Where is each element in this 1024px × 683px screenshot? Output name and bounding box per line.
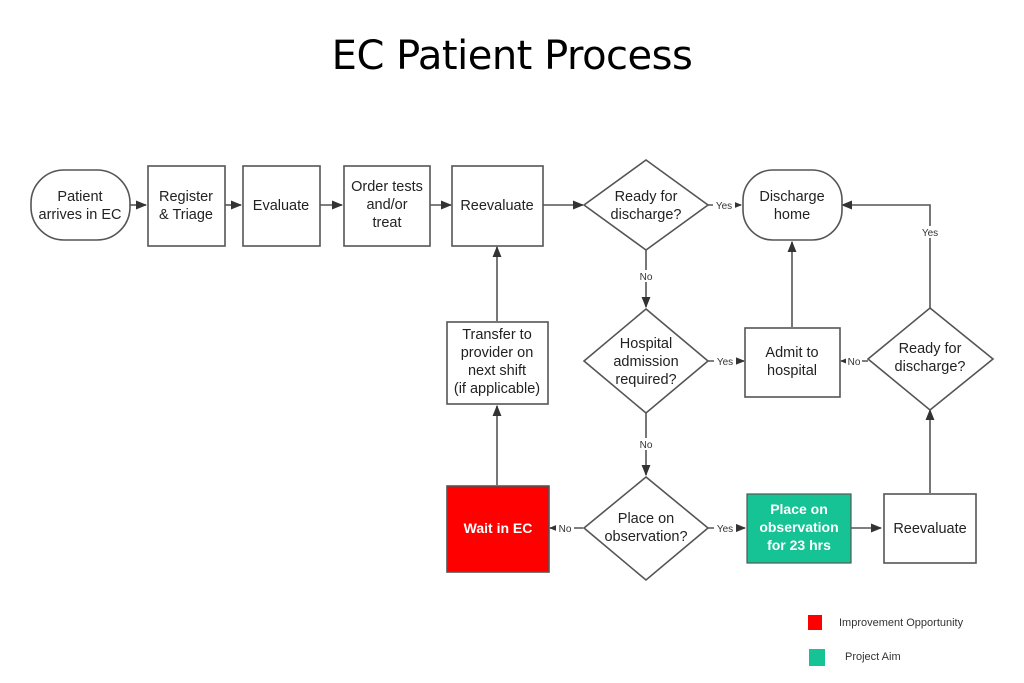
- node-label: Ready for: [615, 189, 678, 205]
- node-label: Ready for: [899, 341, 962, 357]
- legend-swatch-improvement: [808, 615, 822, 630]
- node-label: Transfer to: [462, 327, 532, 343]
- edge-label-no: No: [559, 524, 572, 535]
- legend-label-project-aim: Project Aim: [845, 651, 901, 663]
- node-label: Reevaluate: [893, 521, 966, 537]
- node-admit-hospital: Admit to hospital: [744, 327, 841, 398]
- node-label: discharge?: [895, 359, 966, 375]
- node-label: Reevaluate: [460, 198, 533, 214]
- node-ready-discharge-1: Ready for discharge?: [582, 159, 710, 251]
- edge-label-no: No: [640, 440, 653, 451]
- node-patient-arrives: Patient arrives in EC: [30, 169, 131, 241]
- node-label: arrives in EC: [39, 207, 122, 223]
- node-reevaluate-2: Reevaluate: [883, 493, 977, 564]
- node-hospital-admission: Hospital admission required?: [582, 307, 710, 415]
- node-discharge-home: Discharge home: [742, 169, 843, 241]
- node-label: Place on: [770, 501, 828, 517]
- node-label: observation?: [604, 529, 687, 545]
- edge-ready2-discharge-yes: [840, 200, 931, 308]
- node-label: discharge?: [611, 207, 682, 223]
- edge-label-no: No: [848, 357, 861, 368]
- edge-label-no: No: [640, 272, 653, 283]
- node-evaluate: Evaluate: [242, 165, 321, 247]
- edge-label-yes: Yes: [922, 228, 938, 239]
- legend-swatch-project-aim: [809, 649, 825, 666]
- node-label: admission: [613, 354, 678, 370]
- node-label: treat: [372, 215, 401, 231]
- node-label: Admit to: [765, 345, 818, 361]
- node-label: (if applicable): [454, 381, 540, 397]
- edge-label-yes: Yes: [717, 524, 733, 535]
- node-label: Hospital: [620, 336, 672, 352]
- node-label: Register: [159, 189, 213, 205]
- node-label: next shift: [468, 363, 526, 379]
- node-label: Evaluate: [253, 198, 309, 214]
- node-place-observation: Place on observation?: [582, 475, 710, 582]
- node-wait-ec: Wait in EC: [446, 485, 550, 573]
- flowchart: Yes No Yes No No Yes No Yes Patient arri…: [30, 159, 995, 666]
- edge-label-yes: Yes: [716, 201, 732, 212]
- node-order-tests: Order tests and/or treat: [343, 165, 431, 247]
- node-label: home: [774, 207, 810, 223]
- node-label: & Triage: [159, 207, 213, 223]
- legend-label-improvement: Improvement Opportunity: [839, 617, 964, 629]
- node-label: provider on: [461, 345, 534, 361]
- node-label: observation: [759, 519, 838, 535]
- node-label: required?: [615, 372, 676, 388]
- legend: Improvement Opportunity Project Aim: [808, 615, 964, 666]
- node-label: Order tests: [351, 179, 423, 195]
- edge-label-yes: Yes: [717, 357, 733, 368]
- node-label: Wait in EC: [464, 520, 533, 536]
- node-label: hospital: [767, 363, 817, 379]
- node-label: Place on: [618, 511, 674, 527]
- node-label: for 23 hrs: [767, 537, 831, 553]
- node-register-triage: Register & Triage: [147, 165, 226, 247]
- node-ready-discharge-2: Ready for discharge?: [866, 306, 995, 412]
- node-reevaluate-1: Reevaluate: [451, 165, 544, 247]
- node-label: Patient: [57, 189, 102, 205]
- node-label: Discharge: [759, 189, 824, 205]
- node-label: and/or: [366, 197, 407, 213]
- node-observation-23hrs: Place on observation for 23 hrs: [746, 493, 852, 564]
- node-transfer-provider: Transfer to provider on next shift (if a…: [446, 321, 549, 405]
